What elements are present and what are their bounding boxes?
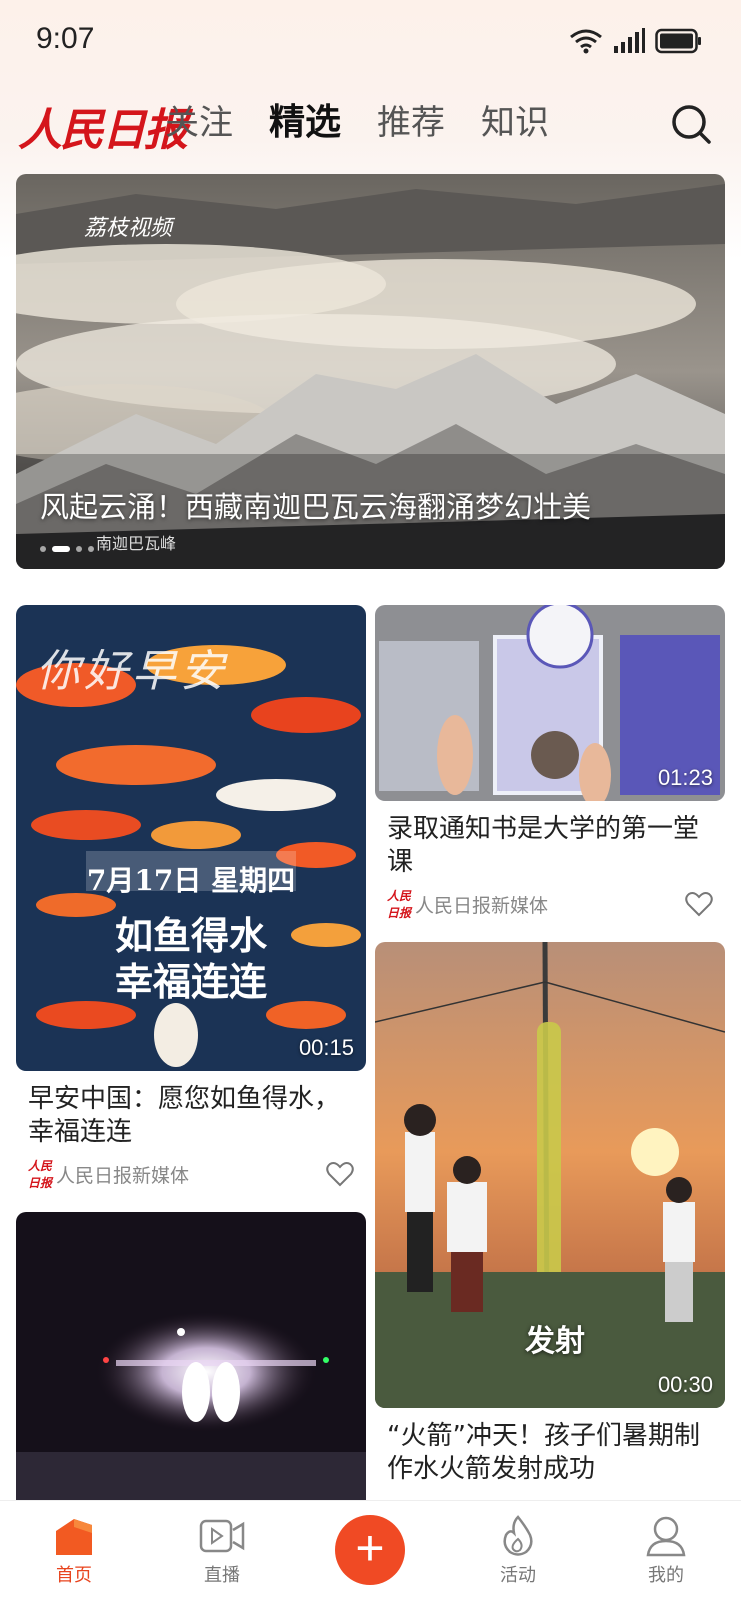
- card-overlay-line2: 幸福连连: [114, 959, 267, 1004]
- carousel-indicator: [40, 546, 94, 552]
- signal-icon: [614, 28, 645, 53]
- jet-takeoff-image: [16, 1212, 366, 1502]
- card-meta: 人民日报 人民日报新媒体: [16, 1159, 366, 1190]
- channel-tabs: 关注 精选 推荐 知识: [165, 98, 549, 148]
- nav-label: 直播: [204, 1565, 240, 1586]
- nav-profile[interactable]: 我的: [626, 1515, 706, 1587]
- banner-title: 风起云涌！西藏南迦巴瓦云海翻涌梦幻壮美: [40, 490, 592, 524]
- nav-label: 首页: [56, 1565, 92, 1586]
- card-source: 人民日报新媒体: [56, 1164, 190, 1187]
- carousel-dot-active: [52, 546, 70, 552]
- video-duration: 00:15: [298, 1035, 354, 1060]
- nav-activity[interactable]: 活动: [478, 1515, 558, 1587]
- card-title: 录取通知书是大学的第一堂课: [387, 814, 700, 877]
- status-time: 9:07: [36, 22, 95, 55]
- video-card-admission[interactable]: 01:23 录取通知书是大学的第一堂课 人民日报 人民日报新媒体: [375, 605, 725, 920]
- app-logo[interactable]: 人民日报: [18, 94, 188, 158]
- home-icon: [56, 1519, 92, 1555]
- profile-icon: [646, 1516, 686, 1557]
- live-video-icon: [199, 1519, 245, 1553]
- card-thumbnail: [16, 1212, 366, 1502]
- add-post-button[interactable]: +: [335, 1515, 405, 1585]
- tab-featured[interactable]: 精选: [269, 98, 341, 148]
- video-card-morning[interactable]: 你好早安 7月17日 星期四 如鱼得水 幸福连连 00:15 早安中国：愿您如鱼…: [16, 605, 366, 1190]
- top-nav: 人民日报 关注 精选 推荐 知识: [0, 88, 741, 168]
- card-overlay-text: 发射: [525, 1324, 585, 1359]
- banner-location: 南迦巴瓦峰: [96, 534, 177, 553]
- card-title: 早安中国：愿您如鱼得水，幸福连连: [28, 1084, 341, 1147]
- card-title: “火箭”冲天！孩子们暑期制作水火箭发射成功: [387, 1421, 700, 1484]
- card-source: 人民日报新媒体: [415, 894, 549, 917]
- nav-live[interactable]: 直播: [182, 1515, 262, 1587]
- video-duration: 01:23: [657, 765, 713, 790]
- carousel-dot: [88, 546, 94, 552]
- search-icon[interactable]: [669, 102, 713, 146]
- battery-icon: [655, 28, 701, 54]
- status-bar: 9:07: [0, 0, 741, 80]
- nav-home[interactable]: 首页: [34, 1515, 114, 1587]
- tab-follow[interactable]: 关注: [165, 98, 233, 148]
- tab-knowledge[interactable]: 知识: [481, 98, 549, 148]
- nav-label: 活动: [500, 1565, 536, 1586]
- source-logo: 人民日报: [28, 1159, 53, 1190]
- like-heart-icon[interactable]: [685, 891, 713, 917]
- video-card-rocket[interactable]: 发射 00:30 “火箭”冲天！孩子们暑期制作水火箭发射成功: [375, 942, 725, 1486]
- carousel-dot: [40, 546, 46, 552]
- featured-banner[interactable]: 荔枝视频 风起云涌！西藏南迦巴瓦云海翻涌梦幻壮美 南迦巴瓦峰: [16, 174, 725, 569]
- bottom-nav: 首页 直播 + 活动 我的: [0, 1500, 741, 1600]
- video-duration: 00:30: [657, 1372, 713, 1397]
- banner-source-badge: 荔枝视频: [84, 216, 173, 241]
- card-meta: 人民日报 人民日报新媒体: [375, 889, 725, 920]
- carousel-dot: [76, 546, 82, 552]
- card-overlay-calligraphy: 你好早安: [36, 646, 228, 697]
- source-logo: 人民日报: [387, 889, 412, 920]
- wifi-icon: [570, 29, 602, 54]
- card-thumbnail: 发射 00:30: [375, 942, 725, 1408]
- status-icons: [569, 28, 703, 54]
- flame-icon: [503, 1515, 533, 1556]
- card-thumbnail: 01:23: [375, 605, 725, 801]
- like-heart-icon[interactable]: [326, 1161, 354, 1187]
- tab-recommend[interactable]: 推荐: [377, 98, 445, 148]
- card-overlay-date: 7月17日 星期四: [86, 864, 296, 897]
- card-thumbnail: 你好早安 7月17日 星期四 如鱼得水 幸福连连 00:15: [16, 605, 366, 1071]
- nav-label: 我的: [648, 1565, 684, 1586]
- video-card-jet[interactable]: [16, 1212, 366, 1502]
